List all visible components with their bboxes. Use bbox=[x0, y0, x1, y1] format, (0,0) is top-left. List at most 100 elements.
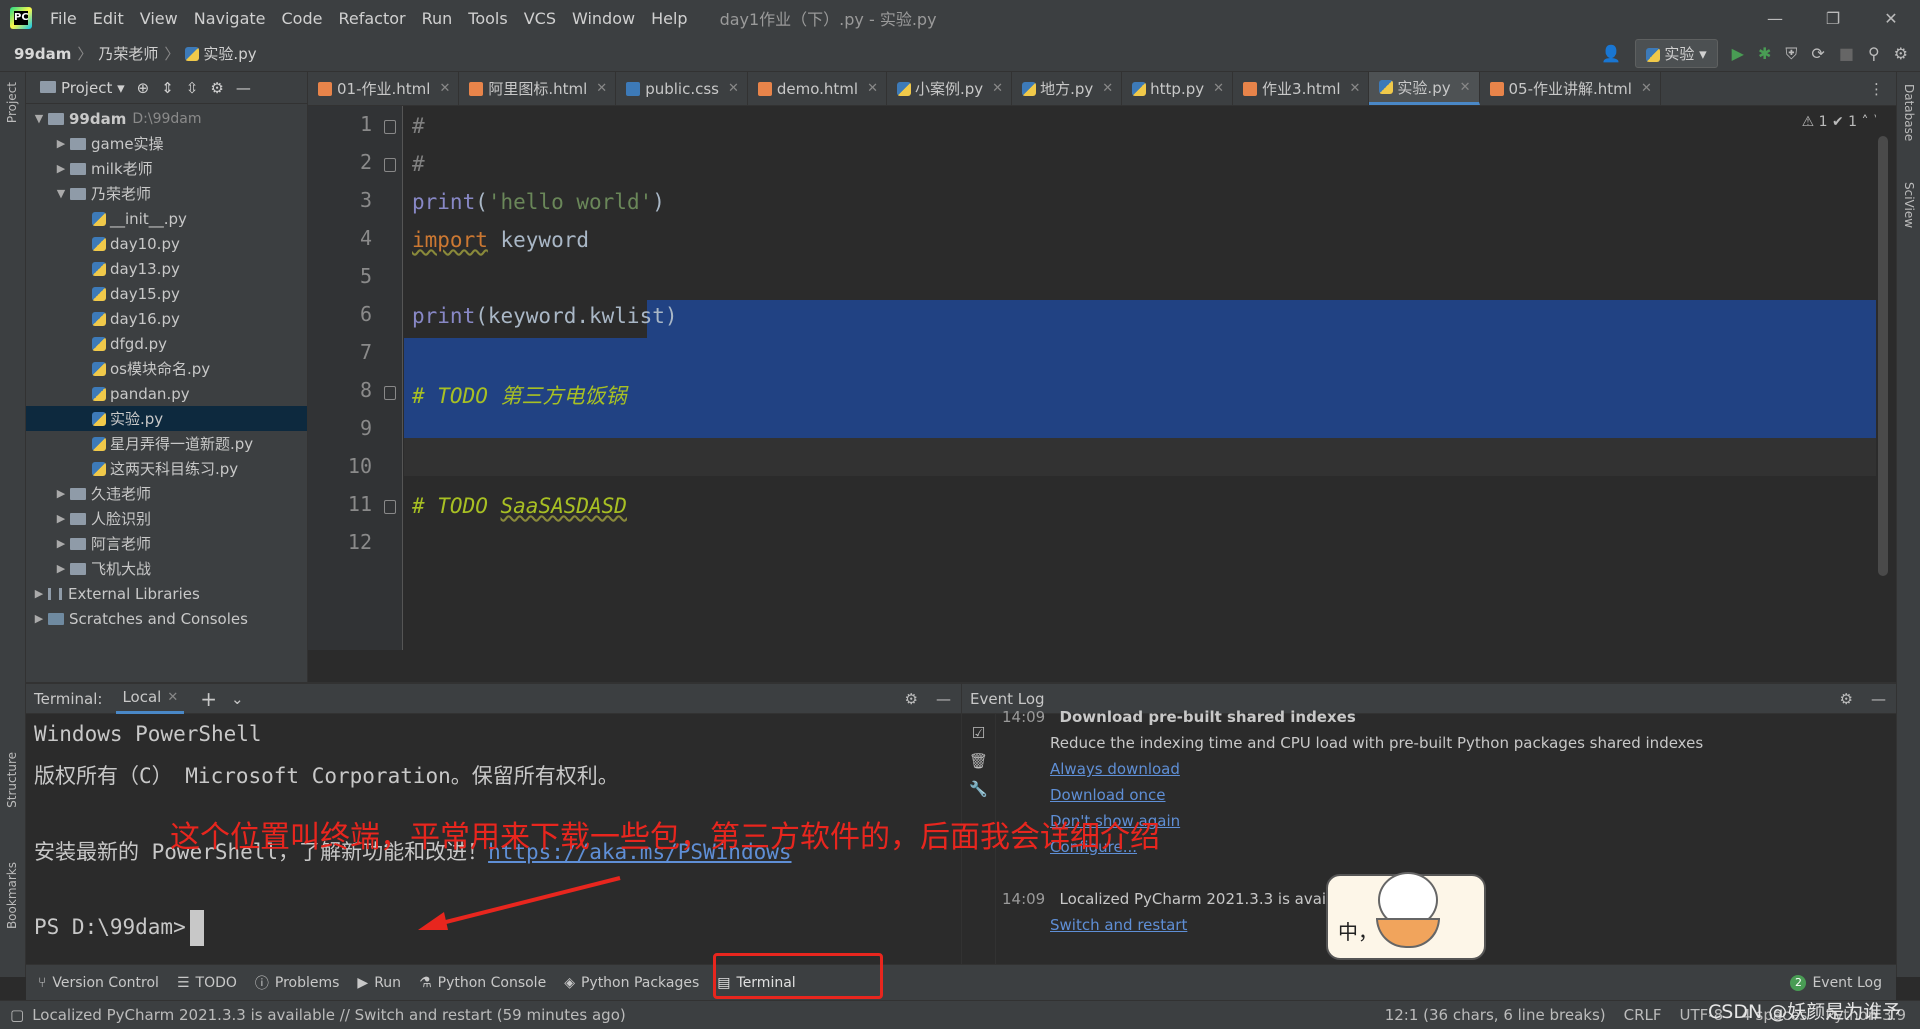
tree-root[interactable]: ▼ 99dam D:\99dam bbox=[26, 106, 307, 131]
gear-icon[interactable]: ⚙ bbox=[210, 79, 223, 97]
collapse-all-icon[interactable]: ⇳ bbox=[186, 79, 199, 97]
tree-item[interactable]: ▶ 人脸识别 bbox=[26, 506, 307, 531]
tree-item[interactable]: ▶ milk老师 bbox=[26, 156, 307, 181]
menu-refactor[interactable]: Refactor bbox=[330, 9, 413, 28]
menu-navigate[interactable]: Navigate bbox=[186, 9, 274, 28]
tree-item[interactable]: ▶ 阿言老师 bbox=[26, 531, 307, 556]
sciview-tool-button[interactable]: SciView bbox=[1902, 182, 1916, 228]
toggle-tool-windows-icon[interactable]: ▢ bbox=[10, 1006, 24, 1024]
close-icon[interactable]: ✕ bbox=[167, 690, 178, 705]
search-icon[interactable]: ⚲ bbox=[1868, 44, 1880, 63]
menu-edit[interactable]: Edit bbox=[85, 9, 132, 28]
breadcrumb-folder[interactable]: 乃荣老师 bbox=[98, 43, 158, 64]
tree-item[interactable]: 这两天科目练习.py bbox=[26, 456, 307, 481]
menu-tools[interactable]: Tools bbox=[460, 9, 515, 28]
add-icon[interactable]: + bbox=[200, 687, 217, 711]
scrollbar-thumb[interactable] bbox=[1878, 136, 1888, 576]
close-icon[interactable]: ✕ bbox=[867, 81, 878, 96]
close-icon[interactable]: ✕ bbox=[1862, 9, 1920, 28]
gear-icon[interactable]: ⚙ bbox=[905, 690, 918, 708]
breadcrumb-file[interactable]: 实验.py bbox=[203, 43, 256, 64]
bookmarks-tool-button[interactable]: Bookmarks bbox=[5, 862, 19, 929]
run-tool-button[interactable]: ▶ Run bbox=[357, 975, 401, 991]
chevron-down-icon[interactable]: ⌄ bbox=[231, 690, 244, 708]
hide-icon[interactable]: — bbox=[236, 79, 251, 97]
project-view-select[interactable]: Project ▾ bbox=[40, 79, 125, 97]
terminal-prompt[interactable]: PS D:\99dam> bbox=[34, 910, 204, 946]
tree-item[interactable]: day13.py bbox=[26, 256, 307, 281]
tree-item[interactable]: ▶ External Libraries bbox=[26, 581, 307, 606]
minimize-icon[interactable]: — bbox=[1871, 690, 1886, 708]
version-control-tool-button[interactable]: ⑂ Version Control bbox=[38, 975, 159, 991]
profile-icon[interactable]: ⟳ bbox=[1811, 44, 1824, 63]
tree-item[interactable]: pandan.py bbox=[26, 381, 307, 406]
wrench-icon[interactable]: 🔧 bbox=[962, 780, 995, 798]
fold-marker-icon[interactable] bbox=[384, 120, 396, 134]
always-download-link[interactable]: Always download bbox=[1050, 760, 1180, 778]
menu-file[interactable]: File bbox=[42, 9, 85, 28]
tree-item[interactable]: day16.py bbox=[26, 306, 307, 331]
coverage-icon[interactable]: ⛨ bbox=[1785, 44, 1797, 64]
menu-window[interactable]: Window bbox=[564, 9, 643, 28]
editor-tab[interactable]: http.py ✕ bbox=[1122, 72, 1234, 105]
user-icon[interactable]: 👤 bbox=[1601, 44, 1621, 63]
python-console-tool-button[interactable]: ⚗ Python Console bbox=[419, 975, 546, 991]
download-once-link[interactable]: Download once bbox=[1050, 786, 1166, 804]
close-icon[interactable]: ✕ bbox=[992, 81, 1003, 96]
inspection-widget[interactable]: ⚠ 1 ✔ 1 ˄ ˅ bbox=[1802, 114, 1880, 130]
tree-item[interactable]: dfgd.py bbox=[26, 331, 307, 356]
editor-tab[interactable]: 01-作业.html ✕ bbox=[308, 72, 460, 105]
tree-item[interactable]: ▶ 久违老师 bbox=[26, 481, 307, 506]
close-icon[interactable]: ✕ bbox=[728, 81, 739, 96]
tree-item[interactable]: os模块命名.py bbox=[26, 356, 307, 381]
editor-tab[interactable]: 作业3.html ✕ bbox=[1233, 72, 1370, 105]
tree-item[interactable]: day10.py bbox=[26, 231, 307, 256]
tree-item[interactable]: 实验.py bbox=[26, 406, 307, 431]
gear-icon[interactable]: ⚙ bbox=[1840, 690, 1853, 708]
menu-vcs[interactable]: VCS bbox=[516, 9, 564, 28]
editor-tab[interactable]: public.css ✕ bbox=[616, 72, 748, 105]
close-icon[interactable]: ✕ bbox=[1213, 81, 1224, 96]
status-message[interactable]: Localized PyCharm 2021.3.3 is available … bbox=[32, 1006, 626, 1024]
editor-tab[interactable]: 阿里图标.html ✕ bbox=[459, 72, 617, 105]
mark-read-icon[interactable]: ☑ bbox=[962, 724, 995, 742]
minimize-icon[interactable]: — bbox=[936, 690, 951, 708]
close-icon[interactable]: ✕ bbox=[439, 81, 450, 96]
minimize-icon[interactable]: — bbox=[1746, 9, 1804, 28]
stop-icon[interactable]: ■ bbox=[1839, 44, 1854, 63]
tree-item[interactable]: ▼ 乃荣老师 bbox=[26, 181, 307, 206]
close-icon[interactable]: ✕ bbox=[1350, 81, 1361, 96]
trash-icon[interactable]: 🗑 bbox=[962, 752, 995, 770]
run-icon[interactable]: ▶ bbox=[1732, 44, 1744, 63]
fold-marker-icon[interactable] bbox=[384, 158, 396, 172]
run-configuration-select[interactable]: 实验 ▾ bbox=[1635, 39, 1718, 68]
menu-view[interactable]: View bbox=[132, 9, 186, 28]
menu-run[interactable]: Run bbox=[414, 9, 461, 28]
switch-and-restart-link[interactable]: Switch and restart bbox=[1050, 916, 1187, 934]
expand-all-icon[interactable]: ⇕ bbox=[161, 79, 174, 97]
terminal-tab-local[interactable]: Local ✕ bbox=[116, 684, 185, 714]
todo-tool-button[interactable]: ☰ TODO bbox=[177, 975, 237, 991]
tree-item[interactable]: ▶ 飞机大战 bbox=[26, 556, 307, 581]
editor-tab[interactable]: 小案例.py ✕ bbox=[887, 72, 1013, 105]
fold-marker-icon[interactable] bbox=[384, 386, 396, 400]
caret-position[interactable]: 12:1 (36 chars, 6 line breaks) bbox=[1385, 1006, 1606, 1024]
close-icon[interactable]: ✕ bbox=[1460, 80, 1471, 95]
restore-icon[interactable]: ❐ bbox=[1804, 9, 1862, 28]
editor-tab[interactable]: 05-作业讲解.html ✕ bbox=[1480, 72, 1661, 105]
tree-item[interactable]: ▶ game实操 bbox=[26, 131, 307, 156]
problems-tool-button[interactable]: ⓘ Problems bbox=[255, 973, 340, 993]
python-packages-tool-button[interactable]: ◈ Python Packages bbox=[564, 975, 699, 991]
close-icon[interactable]: ✕ bbox=[1641, 81, 1652, 96]
line-separator[interactable]: CRLF bbox=[1624, 1006, 1662, 1024]
locate-icon[interactable]: ⊕ bbox=[137, 79, 150, 97]
tree-item[interactable]: __init__.py bbox=[26, 206, 307, 231]
structure-tool-button[interactable]: Structure bbox=[5, 752, 19, 808]
breadcrumb-root[interactable]: 99dam bbox=[14, 45, 71, 63]
close-icon[interactable]: ✕ bbox=[596, 81, 607, 96]
tree-item[interactable]: ▶ Scratches and Consoles bbox=[26, 606, 307, 631]
menu-help[interactable]: Help bbox=[643, 9, 695, 28]
close-icon[interactable]: ✕ bbox=[1102, 81, 1113, 96]
editor-tab[interactable]: 地方.py ✕ bbox=[1012, 72, 1123, 105]
more-tabs-icon[interactable]: ⋮ bbox=[1857, 72, 1896, 105]
